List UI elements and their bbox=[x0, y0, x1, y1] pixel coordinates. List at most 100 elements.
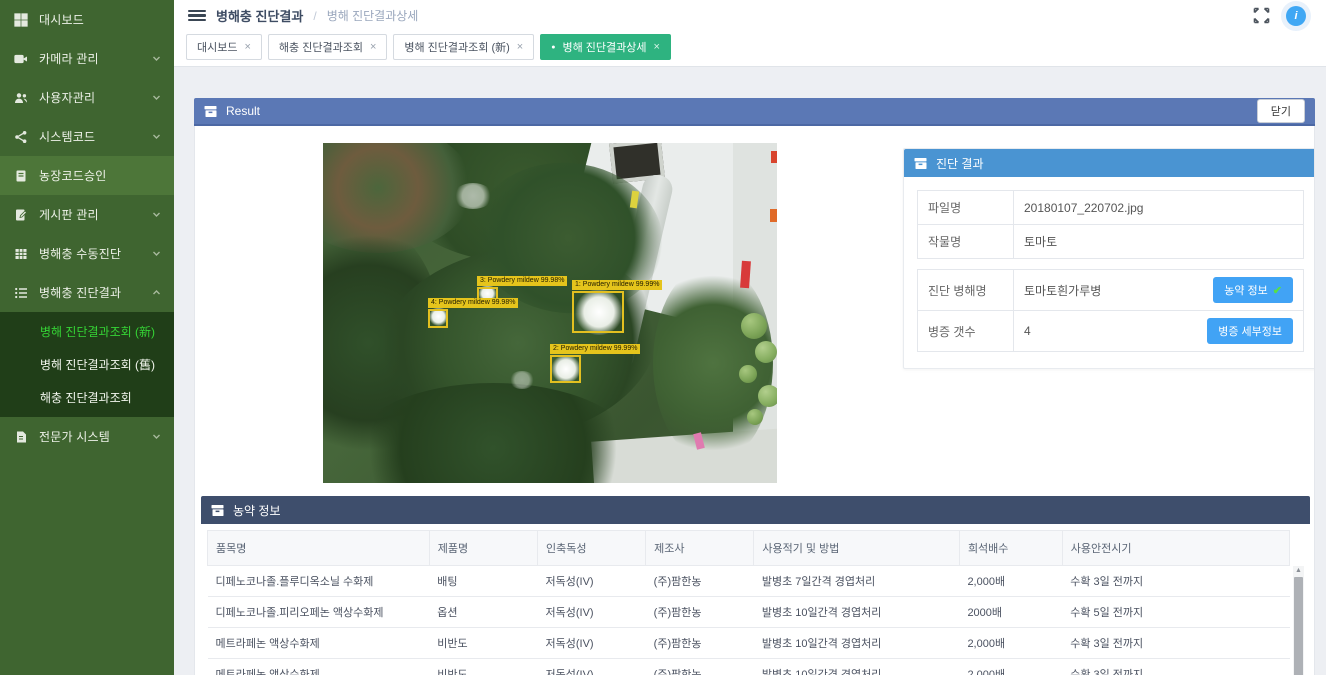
menu-toggle-icon[interactable] bbox=[188, 8, 206, 24]
pesticide-cell: 발병초 10일간격 경엽처리 bbox=[754, 597, 960, 628]
chevron-down-icon bbox=[152, 249, 161, 258]
pesticide-column-header: 사용안전시기 bbox=[1062, 531, 1289, 566]
sidebar-item-label: 게시판 관리 bbox=[39, 206, 99, 223]
pesticide-cell: 발병초 7일간격 경엽처리 bbox=[754, 566, 960, 597]
main-area: 병해충 진단결과 / 병해 진단결과상세 i 대시보드×해충 진단결과 bbox=[174, 0, 1326, 675]
sidebar-item-label: 시스템코드 bbox=[39, 128, 95, 145]
fullscreen-icon[interactable] bbox=[1253, 7, 1270, 24]
sidebar-item-dashboard[interactable]: 대시보드 bbox=[0, 0, 174, 39]
sidebar-subitem[interactable]: 병해 진단결과조회 (舊) bbox=[0, 348, 174, 381]
pesticide-column-header: 인축독성 bbox=[537, 531, 645, 566]
breadcrumb-page: 병해 진단결과상세 bbox=[327, 7, 419, 24]
system-code-icon bbox=[13, 129, 28, 144]
pesticide-column-header: 희석배수 bbox=[959, 531, 1062, 566]
detection-box bbox=[572, 291, 624, 333]
pesticide-panel-title: 농약 정보 bbox=[233, 502, 281, 519]
pesticide-cell: 저독성(IV) bbox=[537, 628, 645, 659]
check-icon: ✔ bbox=[1273, 284, 1282, 297]
sidebar-item-manual-diagnosis[interactable]: 병해충 수동진단 bbox=[0, 234, 174, 273]
archive-icon bbox=[211, 504, 224, 517]
sidebar-submenu: 병해 진단결과조회 (新)병해 진단결과조회 (舊)해충 진단결과조회 bbox=[0, 312, 174, 417]
pesticide-cell: (주)팜한농 bbox=[646, 566, 754, 597]
pesticide-row[interactable]: 디페노코나졸.플루디옥소닐 수화제배팅저독성(IV)(주)팜한농발병초 7일간격… bbox=[208, 566, 1290, 597]
sidebar-item-diagnosis-result[interactable]: 병해충 진단결과 bbox=[0, 273, 174, 312]
pesticide-row[interactable]: 디페노코나졸.피리오페논 액상수화제옵션저독성(IV)(주)팜한농발병초 10일… bbox=[208, 597, 1290, 628]
content-area: Result 닫기 bbox=[174, 67, 1326, 675]
diagnosis-disease-table: 진단 병해명토마토흰가루병농약 정보✔병증 갯수4병증 세부정보 bbox=[917, 269, 1304, 352]
sidebar-subitem[interactable]: 해충 진단결과조회 bbox=[0, 381, 174, 414]
close-button[interactable]: 닫기 bbox=[1257, 99, 1305, 123]
diagnosis-panel-title: 진단 결과 bbox=[936, 155, 984, 172]
symptom-detail-button[interactable]: 병증 세부정보 bbox=[1207, 318, 1293, 344]
scrollbar-up-arrow[interactable]: ▲ bbox=[1295, 566, 1302, 576]
sidebar-item-label: 사용자관리 bbox=[39, 89, 95, 106]
tab-label: 해충 진단결과조회 bbox=[279, 39, 363, 55]
green-tomato bbox=[755, 341, 777, 363]
tab-병해 진단결과조회 (新)[interactable]: 병해 진단결과조회 (新) × bbox=[393, 34, 534, 60]
pesticide-cell: 메트라페논 액상수화제 bbox=[208, 628, 430, 659]
mildew-spot bbox=[509, 371, 535, 389]
archive-icon bbox=[914, 157, 927, 170]
sidebar-item-farm-code[interactable]: 농장코드승인 bbox=[0, 156, 174, 195]
diagnosis-row: 진단 병해명토마토흰가루병농약 정보✔ bbox=[918, 270, 1304, 311]
pesticide-cell: 2,000배 bbox=[959, 628, 1062, 659]
tab-대시보드[interactable]: 대시보드× bbox=[186, 34, 262, 60]
diagnosis-value: 20180107_220702.jpg bbox=[1024, 201, 1143, 215]
tab-병해 진단결과상세[interactable]: ●병해 진단결과상세× bbox=[540, 34, 671, 60]
pesticide-info-button[interactable]: 농약 정보✔ bbox=[1213, 277, 1293, 303]
pesticide-table-wrap: 품목명제품명인축독성제조사사용적기 및 방법희석배수사용안전시기 디페노코나졸.… bbox=[201, 524, 1310, 675]
topbar-actions: i bbox=[1253, 6, 1312, 26]
tab-label: 병해 진단결과조회 (新) bbox=[404, 39, 509, 55]
red-tag bbox=[771, 151, 777, 163]
pesticide-cell: 비반도 bbox=[429, 628, 537, 659]
mildew-spot bbox=[453, 183, 493, 209]
tab-close-icon[interactable]: × bbox=[370, 42, 376, 53]
chevron-up-icon bbox=[152, 288, 161, 297]
pesticide-cell: 발병초 10일간격 경엽처리 bbox=[754, 659, 960, 675]
sidebar-item-label: 병해충 진단결과 bbox=[39, 284, 121, 301]
diagnosis-row: 파일명20180107_220702.jpg bbox=[918, 191, 1304, 225]
pesticide-cell: (주)팜한농 bbox=[646, 659, 754, 675]
tab-close-icon[interactable]: × bbox=[653, 42, 659, 53]
breadcrumb-separator: / bbox=[313, 9, 316, 23]
pesticide-cell: 메트라페논 액상수화제 bbox=[208, 659, 430, 675]
pesticide-cell: 발병초 10일간격 경엽처리 bbox=[754, 628, 960, 659]
green-tomato bbox=[758, 385, 777, 407]
chevron-down-icon bbox=[152, 54, 161, 63]
result-panel-body: 1: Powdery mildew 99.99%2: Powdery milde… bbox=[194, 126, 1315, 675]
breadcrumb-row: 병해충 진단결과 / 병해 진단결과상세 i bbox=[174, 0, 1326, 31]
detection-label: 1: Powdery mildew 99.99% bbox=[572, 280, 662, 290]
pesticide-table: 품목명제품명인축독성제조사사용적기 및 방법희석배수사용안전시기 디페노코나졸.… bbox=[207, 530, 1290, 675]
diagnosis-panel-body: 파일명20180107_220702.jpg작물명토마토 진단 병해명토마토흰가… bbox=[904, 177, 1315, 368]
sidebar-item-expert[interactable]: 전문가 시스템 bbox=[0, 417, 174, 456]
pesticide-row[interactable]: 메트라페논 액상수화제비반도저독성(IV)(주)팜한농발병초 10일간격 경엽처… bbox=[208, 628, 1290, 659]
pesticide-column-header: 품목명 bbox=[208, 531, 430, 566]
sidebar-item-label: 전문가 시스템 bbox=[39, 428, 110, 445]
sidebar-item-system-code[interactable]: 시스템코드 bbox=[0, 117, 174, 156]
diagnosis-row: 병증 갯수4병증 세부정보 bbox=[918, 311, 1304, 352]
result-panel-title: Result bbox=[226, 104, 260, 118]
sidebar-item-label: 병해충 수동진단 bbox=[39, 245, 121, 262]
tab-close-icon[interactable]: × bbox=[517, 42, 523, 53]
info-icon[interactable]: i bbox=[1286, 6, 1306, 26]
tab-해충 진단결과조회[interactable]: 해충 진단결과조회 × bbox=[268, 34, 387, 60]
red-tag bbox=[740, 261, 751, 289]
diagnosis-photo: 1: Powdery mildew 99.99%2: Powdery milde… bbox=[323, 143, 777, 483]
sidebar-item-board[interactable]: 게시판 관리 bbox=[0, 195, 174, 234]
diagnosis-label: 진단 병해명 bbox=[918, 270, 1014, 311]
tab-close-icon[interactable]: × bbox=[244, 42, 250, 53]
pesticide-column-header: 제품명 bbox=[429, 531, 537, 566]
table-scrollbar[interactable]: ▲ bbox=[1293, 566, 1304, 675]
pesticide-panel-header: 농약 정보 bbox=[201, 496, 1310, 524]
sidebar-subitem[interactable]: 병해 진단결과조회 (新) bbox=[0, 315, 174, 348]
diagnosis-result-panel: 진단 결과 파일명20180107_220702.jpg작물명토마토 진단 병해… bbox=[903, 148, 1315, 369]
tab-label: 병해 진단결과상세 bbox=[562, 39, 646, 55]
chevron-down-icon bbox=[152, 132, 161, 141]
pesticide-cell: 수확 5일 전까지 bbox=[1062, 597, 1289, 628]
pesticide-row[interactable]: 메트라페논 액상수화제비반도저독성(IV)(주)팜한농발병초 10일간격 경엽처… bbox=[208, 659, 1290, 675]
scrollbar-thumb[interactable] bbox=[1294, 577, 1303, 675]
top-bar: 병해충 진단결과 / 병해 진단결과상세 i 대시보드×해충 진단결과 bbox=[174, 0, 1326, 67]
sidebar-item-camera[interactable]: 카메라 관리 bbox=[0, 39, 174, 78]
sidebar-item-users[interactable]: 사용자관리 bbox=[0, 78, 174, 117]
pesticide-cell: 수확 3일 전까지 bbox=[1062, 566, 1289, 597]
